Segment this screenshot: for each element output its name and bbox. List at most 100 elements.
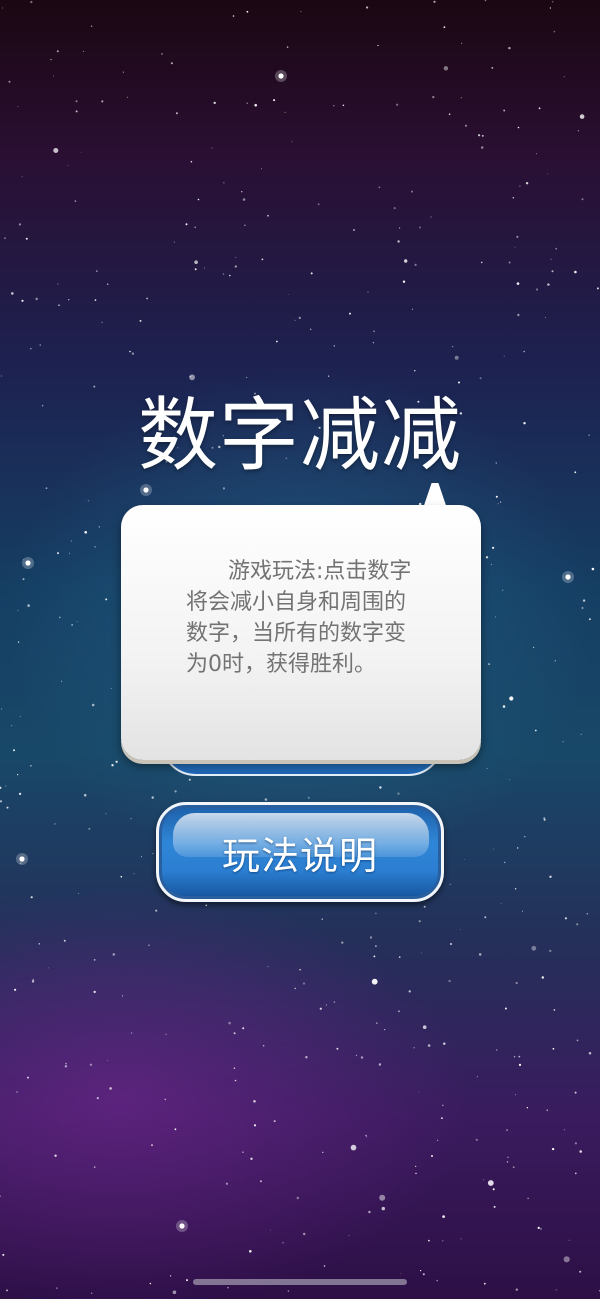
star: [110, 687, 112, 689]
star: [509, 696, 514, 701]
star: [53, 75, 54, 77]
star: [413, 1047, 415, 1049]
star: [190, 160, 193, 163]
star: [101, 321, 103, 323]
star: [94, 299, 97, 301]
star: [454, 355, 459, 360]
star: [140, 856, 142, 858]
bright-star: [179, 1223, 185, 1229]
star: [500, 902, 502, 904]
star: [555, 1289, 557, 1291]
star: [512, 1166, 515, 1169]
star: [336, 1047, 339, 1050]
star: [398, 956, 401, 958]
star: [189, 374, 196, 381]
star: [540, 1228, 542, 1230]
star: [516, 282, 520, 285]
star: [165, 1033, 167, 1035]
star: [495, 495, 498, 498]
star: [227, 1286, 229, 1289]
star: [39, 344, 41, 346]
star: [481, 135, 484, 137]
star: [432, 95, 435, 99]
star: [596, 287, 599, 290]
star: [535, 288, 539, 291]
star: [322, 1151, 324, 1153]
star: [574, 1091, 577, 1094]
star: [492, 1188, 495, 1191]
star: [194, 268, 197, 271]
star: [369, 936, 373, 939]
star: [485, 556, 489, 559]
game-title: 数字减减: [138, 389, 462, 482]
star: [563, 76, 565, 78]
star: [310, 272, 313, 275]
star: [483, 1179, 485, 1181]
star: [333, 1001, 336, 1003]
rules-button[interactable]: 玩法说明: [156, 802, 444, 902]
star: [582, 599, 586, 602]
star: [379, 786, 382, 789]
star: [131, 352, 134, 355]
star: [486, 768, 488, 769]
star: [185, 223, 188, 226]
star: [325, 1004, 327, 1006]
star: [349, 312, 351, 315]
star: [552, 1047, 555, 1050]
star: [547, 173, 548, 175]
star: [235, 257, 237, 258]
star: [83, 793, 87, 797]
star: [87, 500, 89, 502]
star: [415, 1172, 417, 1175]
star: [549, 875, 552, 878]
star: [377, 44, 379, 47]
star: [422, 1273, 425, 1276]
star: [38, 943, 41, 945]
star: [29, 347, 32, 350]
star: [259, 1180, 262, 1183]
star: [537, 1226, 540, 1229]
star: [109, 1087, 112, 1090]
star: [580, 733, 582, 735]
star: [129, 350, 131, 353]
star: [229, 274, 231, 277]
star: [152, 852, 154, 855]
star: [241, 191, 243, 193]
star: [78, 893, 79, 894]
star: [366, 6, 369, 9]
star: [155, 909, 158, 912]
star: [11, 292, 14, 295]
star: [563, 1129, 566, 1131]
star: [503, 355, 505, 357]
star: [517, 126, 520, 129]
star: [67, 165, 69, 167]
star: [523, 350, 525, 353]
star: [402, 280, 406, 283]
star: [146, 297, 149, 300]
star: [516, 235, 519, 238]
star: [161, 53, 163, 55]
star: [170, 62, 173, 65]
star: [188, 778, 191, 781]
star: [1, 708, 3, 710]
star: [57, 552, 59, 555]
star: [341, 941, 344, 944]
star: [423, 905, 426, 908]
star: [563, 1256, 570, 1263]
star: [94, 1166, 96, 1168]
star: [461, 42, 463, 45]
star: [96, 270, 98, 272]
star: [228, 1021, 231, 1025]
star: [397, 792, 400, 795]
star: [13, 749, 15, 752]
star: [504, 861, 506, 864]
star: [436, 1279, 439, 1282]
star: [443, 1042, 446, 1045]
star: [420, 1270, 422, 1272]
star: [300, 11, 302, 13]
bright-star: [25, 560, 31, 566]
star: [82, 50, 84, 52]
star: [508, 46, 511, 50]
star: [586, 913, 588, 915]
star: [515, 1094, 517, 1096]
